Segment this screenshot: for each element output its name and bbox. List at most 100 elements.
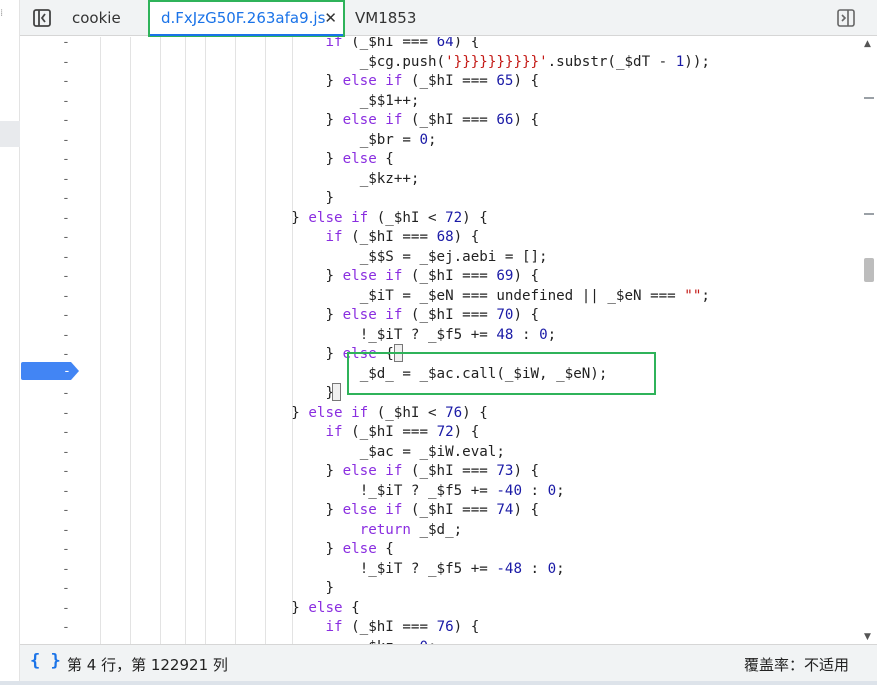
selected-row[interactable] [0, 121, 20, 147]
vertical-scrollbar[interactable]: ▲ ▼ [861, 37, 877, 644]
breakpoint-marker[interactable]: - [21, 362, 79, 380]
sidebar-right-icon[interactable] [837, 9, 855, 27]
tab-active-file[interactable]: d.FxJzG50F.263afa9.js ✕ [148, 0, 345, 37]
code-token: (_$hI === [342, 424, 437, 440]
code-token: ; [556, 560, 565, 577]
line-marker[interactable]: - [62, 131, 72, 151]
scroll-down-icon[interactable]: ▼ [864, 632, 871, 642]
tab-vm1853[interactable]: VM1853 [355, 0, 416, 36]
line-marker[interactable]: - [62, 248, 72, 268]
code-token: : [513, 326, 540, 343]
line-marker[interactable]: - [62, 521, 72, 541]
code-token: { [342, 599, 360, 616]
line-marker[interactable]: - [62, 482, 72, 502]
code-token: 72 [445, 209, 463, 226]
line-marker[interactable]: - [62, 53, 72, 73]
line-marker[interactable]: - [62, 306, 72, 326]
line-marker[interactable]: - [62, 540, 72, 560]
code-token: ) { [462, 404, 488, 421]
code-token: (_$hI === [402, 502, 497, 518]
code-token: else [342, 541, 377, 557]
line-marker[interactable]: - [62, 423, 72, 443]
code-token: } [325, 580, 335, 596]
code-token: "" [684, 287, 702, 304]
code-token: (_$hI < [368, 209, 446, 226]
line-marker[interactable]: - [62, 501, 72, 521]
line-marker[interactable]: - [62, 599, 72, 619]
code-line: if (_$hI === 68) { [326, 228, 480, 248]
code-token: )); [684, 53, 710, 70]
code-line: _$cg.push('}}}}}}}}}}'.substr(_$dT - 1))… [360, 53, 710, 73]
line-marker[interactable]: - [62, 189, 72, 209]
coverage-status: 覆盖率：不适用 [743, 656, 849, 674]
line-marker[interactable]: - [62, 72, 72, 92]
code-token: ) { [513, 112, 540, 128]
code-token: if [325, 619, 343, 635]
scroll-up-icon[interactable]: ▲ [864, 39, 871, 49]
code-token: { [376, 151, 394, 167]
code-token: else if [342, 73, 403, 89]
pretty-print-icon[interactable]: { } [30, 651, 61, 671]
code-token: } [325, 151, 343, 167]
code-token: else if [342, 307, 403, 323]
cursor-position: 第 4 行，第 122921 列 [67, 656, 228, 674]
tab-cookie[interactable]: cookie [72, 0, 121, 36]
code-token: } [325, 463, 343, 479]
code-line: } else if (_$hI === 66) { [326, 111, 540, 131]
code-token: (_$hI === [402, 73, 497, 89]
code-token: 70 [496, 307, 514, 323]
line-marker[interactable]: - [62, 618, 72, 638]
line-gutter[interactable]: ------------------------------- [20, 37, 80, 644]
line-marker[interactable]: - [62, 209, 72, 229]
code-token: if [325, 229, 343, 245]
code-token: } [325, 190, 335, 206]
code-token: _$d_; [410, 521, 463, 538]
code-line: } else { [326, 540, 394, 560]
code-token: } [325, 268, 343, 284]
line-marker[interactable]: - [62, 384, 72, 404]
code-token: 0 [547, 482, 557, 499]
scrollbar-thumb[interactable] [864, 258, 874, 282]
line-marker[interactable]: - [62, 287, 72, 307]
code-line: } else { [326, 150, 394, 170]
code-token: else if [308, 404, 369, 421]
code-token: (_$hI < [368, 404, 446, 421]
code-editor[interactable]: ------------------------------- - if (_$… [20, 37, 877, 644]
code-token: 73 [496, 463, 514, 479]
line-marker[interactable]: - [62, 462, 72, 482]
code-line: if (_$hI === 64) { [326, 37, 480, 53]
code-token: _$$S = _$ej.aebi = []; [359, 248, 548, 265]
line-marker[interactable]: - [62, 579, 72, 599]
line-marker[interactable]: - [62, 170, 72, 190]
code-line: } else if (_$hI < 76) { [291, 404, 487, 424]
line-marker[interactable]: - [62, 326, 72, 346]
line-marker[interactable]: - [62, 267, 72, 287]
code-token: _$ac = _$iW.eval; [359, 443, 505, 460]
line-marker[interactable]: - [62, 228, 72, 248]
code-token: (_$hI === [402, 268, 497, 284]
code-token: ) { [513, 73, 540, 89]
panel-resize-handle[interactable]: ⁞ [0, 8, 6, 28]
sidebar-left-icon[interactable] [32, 8, 52, 28]
line-marker[interactable]: - [62, 111, 72, 131]
scroll-marker [864, 97, 874, 99]
code-line: if (_$hI === 76) { [326, 618, 480, 638]
line-marker[interactable]: - [62, 92, 72, 112]
line-marker[interactable]: - [62, 37, 72, 53]
code-token: } [325, 346, 343, 362]
line-marker[interactable]: - [62, 404, 72, 424]
close-icon[interactable]: ✕ [324, 2, 337, 35]
code-token: 64 [436, 37, 454, 50]
code-token: ; [547, 326, 557, 343]
code-token: else if [342, 268, 403, 284]
code-token: else if [308, 209, 369, 226]
line-marker[interactable]: - [62, 560, 72, 580]
code-token: 48 [496, 326, 514, 343]
code-token: (_$hI === [342, 37, 437, 50]
code-token: !_$iT ? _$f5 += [359, 326, 497, 343]
code-token: (_$hI === [342, 229, 437, 245]
code-token: -48 [496, 560, 522, 577]
line-marker[interactable]: - [62, 443, 72, 463]
line-marker[interactable]: - [62, 150, 72, 170]
code-token: else if [342, 502, 403, 518]
